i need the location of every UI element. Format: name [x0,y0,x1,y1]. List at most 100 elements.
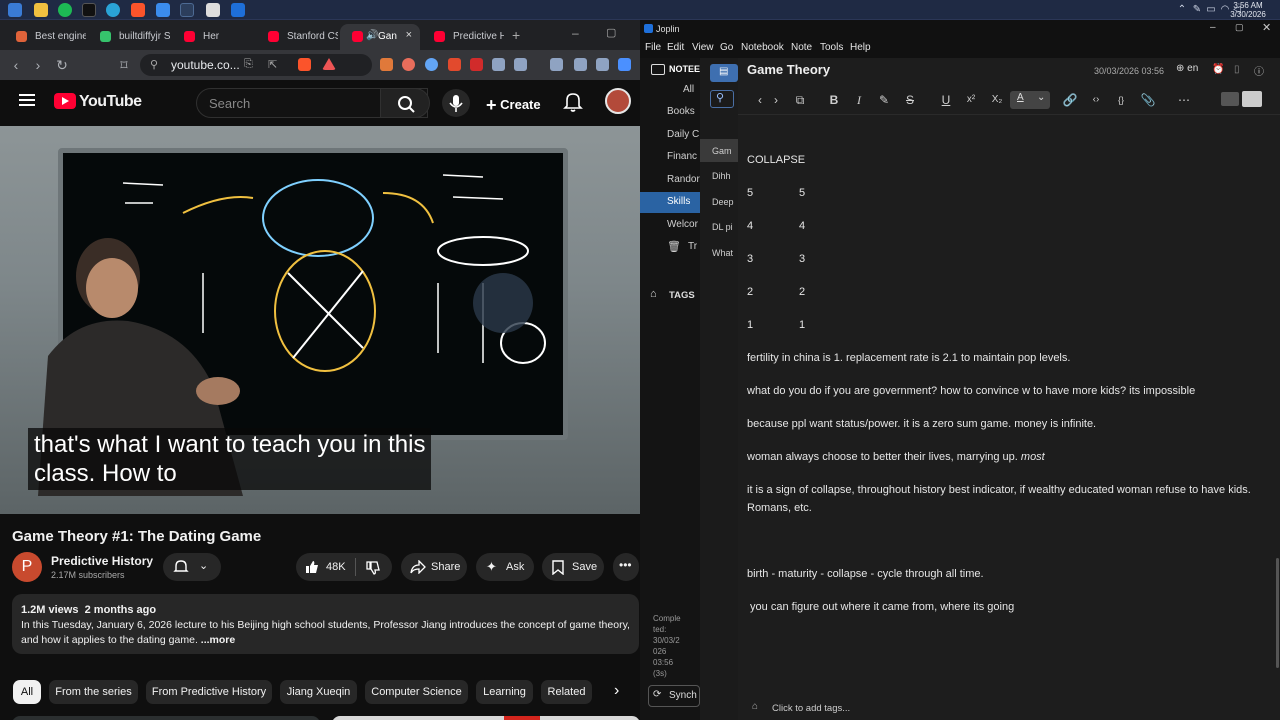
extensions-puzzle-icon[interactable] [492,58,505,71]
menu-view[interactable]: View [692,42,714,53]
menu-edit[interactable]: Edit [667,42,684,53]
windows-start-icon[interactable] [8,3,22,17]
bookmark-icon[interactable]: ⌑ [116,57,132,73]
close-icon[interactable]: ✕ [1262,21,1271,34]
subscribed-button[interactable]: ⌄ [163,553,221,581]
sidebar-item-trash[interactable]: 🗑 Tr [640,237,700,258]
thumbs-down-icon[interactable] [365,560,381,576]
link-icon[interactable]: 🔗 [1062,93,1078,107]
extension-icon[interactable] [596,58,609,71]
browser-tab[interactable]: Stanford CS [256,24,338,50]
brave-icon[interactable] [131,3,145,17]
chevron-right-icon[interactable]: › [614,682,619,700]
sidebar-item-random[interactable]: Randor [640,170,700,191]
system-clock[interactable]: 3:56 AM 3/30/2026 [1230,1,1266,19]
menu-file[interactable]: File [645,42,661,53]
strikethrough-icon[interactable]: S [902,93,918,107]
create-button[interactable]: + Create [486,89,541,116]
video-thumbnail[interactable] [12,716,320,720]
steam-icon[interactable] [180,3,194,17]
brave-rewards-icon[interactable] [322,58,336,70]
back-icon[interactable]: ‹ [8,57,24,73]
markdown-toggle-icon[interactable] [1221,92,1239,106]
pen-icon[interactable]: ✎ [1191,4,1203,16]
file-explorer-icon[interactable] [34,3,48,17]
code-block-icon[interactable]: {} [1113,93,1129,107]
browser-tab[interactable]: Best engine [4,24,86,50]
video-description[interactable]: 1.2M views 2 months ago In this Tuesday,… [12,594,639,654]
spotify-icon[interactable] [58,3,72,17]
info-icon[interactable]: ⓘ [1254,63,1264,78]
chip-related[interactable]: Related [541,680,592,704]
text-color-picker[interactable]: A ⌄ [1010,91,1050,109]
install-app-icon[interactable]: ⎘ [244,58,253,71]
menu-tools[interactable]: Tools [820,42,843,53]
note-list-item[interactable]: DL pi [700,215,738,238]
superscript-icon[interactable]: x² [963,93,979,107]
app-icon[interactable] [82,3,96,17]
menu-go[interactable]: Go [720,42,733,53]
share-page-icon[interactable]: ⇱ [268,58,277,71]
maximize-icon[interactable]: ▢ [1235,22,1244,33]
menu-note[interactable]: Note [791,42,812,53]
like-count[interactable]: 48K [326,561,346,573]
extension-icon[interactable] [514,58,527,71]
note-title-input[interactable]: Game Theory [747,62,830,77]
sidebar-item-skills[interactable]: Skills [640,192,700,213]
attach-icon[interactable]: 📎 [1140,93,1156,107]
forward-icon[interactable]: › [768,93,784,107]
minimize-icon[interactable]: – [1210,22,1216,33]
sidebar-item-finance[interactable]: Financ [640,147,700,168]
sidebar-item-books[interactable]: Books [640,102,700,123]
browser-tab[interactable]: builtdiffyjr S [88,24,170,50]
video-player[interactable]: that's what I want to teach you in this c… [0,126,640,514]
note-list-item[interactable]: What [700,241,738,264]
save-button[interactable]: Save [542,553,604,581]
extension-icon[interactable] [380,58,393,71]
more-actions-button[interactable]: ••• [613,553,639,581]
chip-jiang-xueqin[interactable]: Jiang Xueqin [280,680,357,704]
maximize-icon[interactable]: ▢ [606,26,616,39]
avatar[interactable] [605,88,631,114]
subscript-icon[interactable]: X₂ [989,93,1005,107]
browser-tab[interactable]: Predictive H [422,24,504,50]
alarm-icon[interactable]: ⏰ [1212,64,1224,75]
back-icon[interactable]: ‹ [752,93,768,107]
minimize-icon[interactable]: – [572,26,579,40]
extension-icon[interactable] [550,58,563,71]
youtube-logo-icon[interactable] [54,93,76,109]
youtube-logo-text[interactable]: YouTube [79,93,142,111]
ask-button[interactable]: ✦ Ask [476,553,534,581]
forward-icon[interactable]: › [30,57,46,73]
extension-icon[interactable] [448,58,461,71]
note-list-item[interactable]: Gam [700,139,738,162]
channel-name[interactable]: Predictive History [51,554,153,568]
chip-all[interactable]: All [13,680,41,704]
thumbs-up-icon[interactable] [304,559,320,575]
joplin-taskbar-icon[interactable] [231,3,245,17]
chip-computer-science[interactable]: Computer Science [365,680,468,704]
battery-icon[interactable]: ▭ [1205,4,1217,16]
synchronise-button[interactable]: ⟳ Synch [648,685,700,707]
brave-shields-icon[interactable] [298,58,311,71]
sidebar-item-all[interactable]: All [640,80,700,101]
sidebar-item-welcome[interactable]: Welcor [640,215,700,236]
more-icon[interactable]: ⋯ [1176,93,1192,107]
code-icon[interactable]: ‹› [1088,93,1104,107]
highlight-icon[interactable]: ✎ [876,93,892,107]
browser-tab[interactable]: Her [172,24,254,50]
chip-from-channel[interactable]: From Predictive History [146,680,272,704]
extension-icon[interactable] [425,58,438,71]
italic-icon[interactable]: I [851,93,867,107]
notifications-button[interactable] [563,91,583,118]
external-edit-icon[interactable]: ⧉ [792,93,808,107]
bold-icon[interactable]: B [826,93,842,107]
chip-from-series[interactable]: From the series [49,680,138,704]
app-icon-2[interactable] [206,3,220,17]
underline-icon[interactable]: U [938,93,954,107]
tray-chevron-icon[interactable]: ⌃ [1176,4,1188,16]
ublock-icon[interactable] [470,58,483,71]
menu-icon[interactable] [19,94,35,96]
notebooks-header[interactable]: NOTEE [669,64,700,74]
search-button[interactable] [380,88,430,118]
